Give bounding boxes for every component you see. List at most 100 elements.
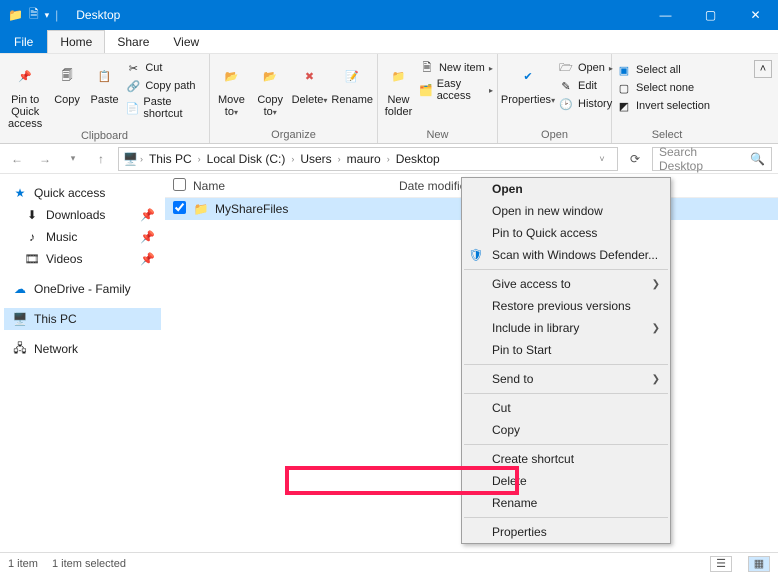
ribbon-group-new: 📁 New folder 🗎New item ▸ 🗂️Easy access ▸… bbox=[378, 54, 498, 143]
shield-icon: 🛡 bbox=[468, 247, 484, 263]
rename-icon: 📝 bbox=[336, 60, 368, 92]
sidebar-item-this-pc[interactable]: 🖥️This PC bbox=[4, 308, 161, 330]
pc-icon: 🖥️ bbox=[123, 152, 138, 166]
row-checkbox[interactable] bbox=[173, 201, 186, 214]
rename-button[interactable]: 📝 Rename bbox=[331, 56, 373, 106]
refresh-button[interactable]: ⟳ bbox=[624, 152, 646, 166]
column-name[interactable]: Name bbox=[193, 179, 399, 193]
copy-to-button[interactable]: 📂 Copy to▾ bbox=[253, 56, 288, 118]
crumb-local-disk[interactable]: Local Disk (C:) bbox=[203, 152, 290, 166]
menu-restore-versions[interactable]: Restore previous versions bbox=[462, 295, 670, 317]
maximize-button[interactable]: ▢ bbox=[688, 0, 733, 30]
delete-icon: ✖ bbox=[294, 60, 326, 92]
menu-create-shortcut[interactable]: Create shortcut bbox=[462, 448, 670, 470]
move-to-icon: 📂 bbox=[215, 60, 247, 92]
address-dropdown-button[interactable]: ˅ bbox=[591, 148, 613, 170]
tab-view[interactable]: View bbox=[161, 30, 211, 53]
menu-give-access[interactable]: Give access to❯ bbox=[462, 273, 670, 295]
minimize-button[interactable]: — bbox=[643, 0, 688, 30]
search-input[interactable]: Search Desktop 🔍 bbox=[652, 147, 772, 171]
select-none-button[interactable]: ▢Select none bbox=[616, 80, 710, 96]
recent-locations-button[interactable]: ▾ bbox=[62, 148, 84, 170]
ribbon-group-open: ✔ Properties▾ 🗁Open ▸ ✎Edit 🕑History Ope… bbox=[498, 54, 612, 143]
new-folder-icon: 📁 bbox=[382, 60, 414, 92]
select-all-button[interactable]: ▣Select all bbox=[616, 62, 710, 78]
cut-button[interactable]: ✂Cut bbox=[125, 60, 205, 76]
address-bar: ← → ▾ ↑ 🖥️ › This PC› Local Disk (C:)› U… bbox=[0, 144, 778, 174]
sidebar-item-quick-access[interactable]: ★Quick access bbox=[4, 182, 161, 204]
tab-home[interactable]: Home bbox=[47, 30, 105, 53]
menu-properties[interactable]: Properties bbox=[462, 521, 670, 543]
menu-separator bbox=[464, 393, 668, 394]
pin-to-quick-access-button[interactable]: 📌 Pin to Quick access bbox=[4, 56, 46, 130]
new-folder-button[interactable]: 📁 New folder bbox=[382, 56, 415, 118]
menu-send-to[interactable]: Send to❯ bbox=[462, 368, 670, 390]
ribbon: ˄ 📌 Pin to Quick access 🗐 Copy 📋 Paste ✂… bbox=[0, 54, 778, 144]
menu-pin-start[interactable]: Pin to Start bbox=[462, 339, 670, 361]
menu-open[interactable]: Open bbox=[462, 178, 670, 200]
sidebar-item-videos[interactable]: 🎞Videos📌 bbox=[4, 248, 161, 270]
delete-button[interactable]: ✖ Delete▾ bbox=[292, 56, 328, 106]
paste-shortcut-icon: 📄 bbox=[125, 100, 139, 116]
pc-icon: 🖥️ bbox=[12, 311, 28, 327]
back-button[interactable]: ← bbox=[6, 148, 28, 170]
close-button[interactable]: ✕ bbox=[733, 0, 778, 30]
paste-button[interactable]: 📋 Paste bbox=[88, 56, 122, 106]
move-to-button[interactable]: 📂 Move to▾ bbox=[214, 56, 249, 118]
forward-button[interactable]: → bbox=[34, 148, 56, 170]
menu-rename[interactable]: Rename bbox=[462, 492, 670, 514]
submenu-arrow-icon: ❯ bbox=[652, 279, 660, 290]
open-icon: 🗁 bbox=[558, 60, 574, 76]
new-item-button[interactable]: 🗎New item ▸ bbox=[419, 60, 493, 76]
sidebar-item-network[interactable]: 🖧Network bbox=[4, 338, 161, 360]
menu-defender-scan[interactable]: 🛡Scan with Windows Defender... bbox=[462, 244, 670, 266]
up-button[interactable]: ↑ bbox=[90, 148, 112, 170]
invert-selection-button[interactable]: ◩Invert selection bbox=[616, 98, 710, 114]
select-all-icon: ▣ bbox=[616, 62, 632, 78]
select-all-checkbox[interactable] bbox=[173, 178, 186, 191]
search-icon: 🔍 bbox=[750, 152, 765, 166]
properties-button[interactable]: ✔ Properties▾ bbox=[502, 56, 554, 106]
crumb-users[interactable]: Users bbox=[296, 152, 335, 166]
tab-file[interactable]: File bbox=[0, 30, 47, 53]
open-button[interactable]: 🗁Open ▸ bbox=[558, 60, 613, 76]
window-titlebar: 📁 🗎 ▾ | Desktop — ▢ ✕ bbox=[0, 0, 778, 30]
crumb-user[interactable]: mauro bbox=[343, 152, 385, 166]
menu-separator bbox=[464, 444, 668, 445]
copy-path-button[interactable]: 🔗Copy path bbox=[125, 78, 205, 94]
icons-view-button[interactable]: ▦ bbox=[748, 556, 770, 572]
menu-include-library[interactable]: Include in library❯ bbox=[462, 317, 670, 339]
pin-icon: 📌 bbox=[140, 252, 155, 266]
menu-copy[interactable]: Copy bbox=[462, 419, 670, 441]
details-view-button[interactable]: ☰ bbox=[710, 556, 732, 572]
sidebar-item-onedrive[interactable]: ☁OneDrive - Family bbox=[4, 278, 161, 300]
network-icon: 🖧 bbox=[12, 341, 28, 357]
submenu-arrow-icon: ❯ bbox=[652, 323, 660, 334]
folder-icon: 📁 bbox=[8, 8, 23, 22]
tab-share[interactable]: Share bbox=[105, 30, 161, 53]
crumb-desktop[interactable]: Desktop bbox=[392, 152, 444, 166]
star-icon: ★ bbox=[12, 185, 28, 201]
menu-pin-quick-access[interactable]: Pin to Quick access bbox=[462, 222, 670, 244]
ribbon-group-select: ▣Select all ▢Select none ◩Invert selecti… bbox=[612, 54, 722, 143]
menu-open-new-window[interactable]: Open in new window bbox=[462, 200, 670, 222]
menu-cut[interactable]: Cut bbox=[462, 397, 670, 419]
qat-dropdown-icon[interactable]: ▾ bbox=[45, 10, 50, 21]
paste-shortcut-button[interactable]: 📄Paste shortcut bbox=[125, 96, 205, 120]
menu-delete[interactable]: Delete bbox=[462, 470, 670, 492]
breadcrumb[interactable]: 🖥️ › This PC› Local Disk (C:)› Users› ma… bbox=[118, 147, 618, 171]
cut-icon: ✂ bbox=[125, 60, 141, 76]
edit-button[interactable]: ✎Edit bbox=[558, 78, 613, 94]
file-name: MyShareFiles bbox=[209, 202, 415, 216]
new-item-icon: 🗎 bbox=[419, 60, 435, 76]
sidebar-item-music[interactable]: ♪Music📌 bbox=[4, 226, 161, 248]
sidebar-item-downloads[interactable]: ⬇Downloads📌 bbox=[4, 204, 161, 226]
copy-button[interactable]: 🗐 Copy bbox=[50, 56, 84, 106]
collapse-ribbon-button[interactable]: ˄ bbox=[754, 60, 772, 78]
history-button[interactable]: 🕑History bbox=[558, 96, 613, 112]
copy-icon: 🗐 bbox=[51, 60, 83, 92]
ribbon-group-clipboard: 📌 Pin to Quick access 🗐 Copy 📋 Paste ✂Cu… bbox=[0, 54, 210, 143]
crumb-this-pc[interactable]: This PC bbox=[145, 152, 196, 166]
easy-access-button[interactable]: 🗂️Easy access ▸ bbox=[419, 78, 493, 102]
music-icon: ♪ bbox=[24, 229, 40, 245]
